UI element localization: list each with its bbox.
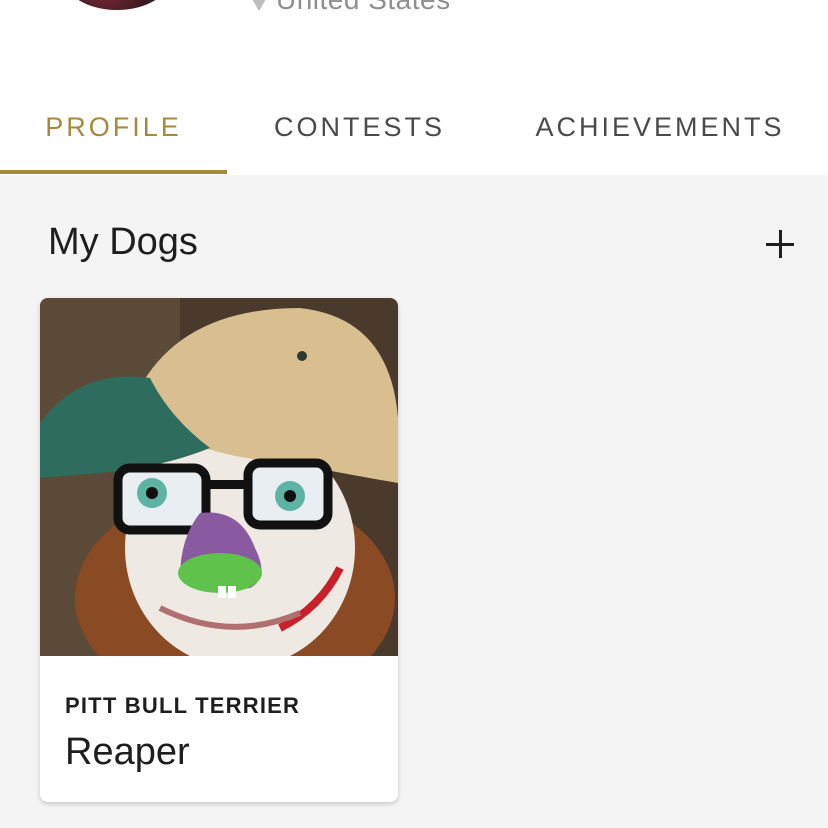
location-text: United States <box>276 0 451 14</box>
dog-photo <box>40 298 398 656</box>
section-title: My Dogs <box>48 221 198 263</box>
tab-profile[interactable]: PROFILE <box>0 80 227 175</box>
add-dog-button[interactable] <box>762 226 798 262</box>
tab-achievements[interactable]: ACHIEVEMENTS <box>492 80 828 175</box>
dog-name: Reaper <box>65 731 190 773</box>
tab-contests[interactable]: CONTESTS <box>227 80 492 175</box>
active-tab-indicator <box>0 170 227 174</box>
tab-profile-label: PROFILE <box>45 112 182 142</box>
dog-breed: PITT BULL TERRIER <box>65 693 301 718</box>
avatar[interactable] <box>62 0 172 10</box>
profile-header: United States PROFILE CONTESTS ACHIEVEME… <box>0 0 828 175</box>
location-pin-icon <box>252 0 266 11</box>
tab-achievements-label: ACHIEVEMENTS <box>535 112 785 142</box>
location-row: United States <box>250 0 451 14</box>
tab-contests-label: CONTESTS <box>273 112 445 142</box>
dog-card[interactable]: PITT BULL TERRIER Reaper <box>40 298 398 802</box>
profile-tabs: PROFILE CONTESTS ACHIEVEMENTS <box>0 80 828 175</box>
profile-page: United States PROFILE CONTESTS ACHIEVEME… <box>0 0 828 828</box>
